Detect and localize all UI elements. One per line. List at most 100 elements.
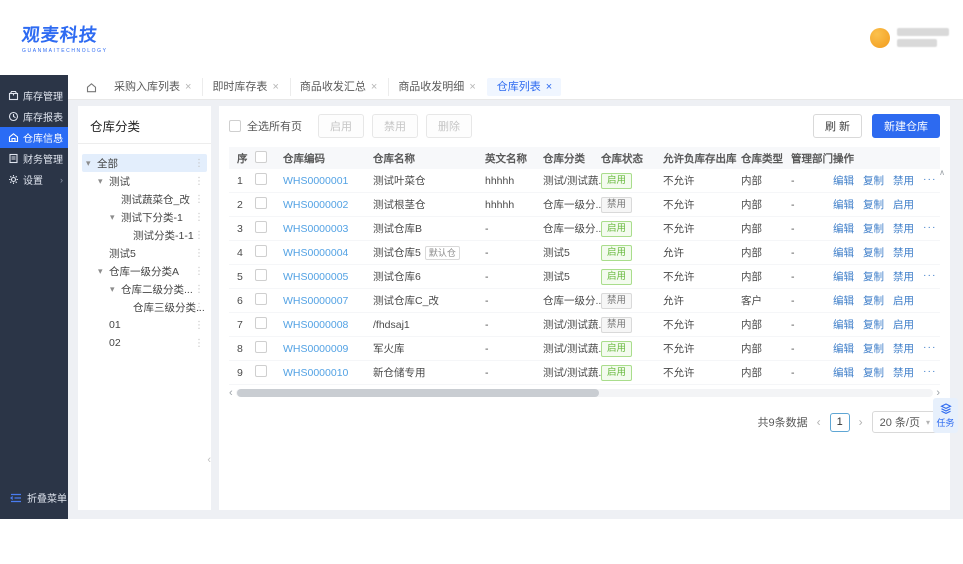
warehouse-code-link[interactable]: WHS0000009 [283, 343, 348, 355]
tree-node[interactable]: ▾ 全部 ⋮ [82, 154, 207, 172]
tree-node[interactable]: ▾ 仓库一级分类A ⋮ [82, 262, 207, 280]
scroll-left-icon[interactable]: ‹ [229, 387, 233, 399]
caret-down-icon[interactable]: ▾ [110, 284, 121, 295]
next-page-icon[interactable]: › [859, 415, 863, 429]
edit-link[interactable]: 编辑 [833, 269, 854, 284]
sidebar-item-warehouse-info[interactable]: 仓库信息 › [0, 127, 68, 148]
user-menu[interactable] [870, 27, 949, 48]
row-checkbox[interactable] [255, 293, 267, 305]
node-more-icon[interactable]: ⋮ [194, 248, 204, 259]
tree-node[interactable]: ▾ 仓库三级分类... ⋮ [82, 298, 207, 316]
edit-link[interactable]: 编辑 [833, 293, 854, 308]
edit-link[interactable]: 编辑 [833, 221, 854, 236]
warehouse-code-link[interactable]: WHS0000003 [283, 223, 348, 235]
row-checkbox[interactable] [255, 221, 267, 233]
warehouse-code-link[interactable]: WHS0000002 [283, 199, 348, 211]
row-checkbox[interactable] [255, 269, 267, 281]
bulk-disable-button[interactable]: 禁用 [372, 114, 418, 138]
refresh-button[interactable]: 刷 新 [812, 114, 862, 138]
copy-link[interactable]: 复制 [863, 197, 884, 212]
avatar[interactable] [870, 27, 890, 48]
scroll-up-icon[interactable]: ∧ [939, 168, 945, 177]
horizontal-scrollbar[interactable]: ‹ › [229, 387, 940, 399]
toggle-status-link[interactable]: 禁用 [893, 269, 914, 284]
warehouse-code-link[interactable]: WHS0000007 [283, 295, 348, 307]
sidebar-item-settings[interactable]: 设置 › [0, 169, 68, 190]
copy-link[interactable]: 复制 [863, 221, 884, 236]
edit-link[interactable]: 编辑 [833, 173, 854, 188]
tab-close-icon[interactable]: × [546, 80, 552, 94]
row-checkbox[interactable] [255, 365, 267, 377]
toggle-status-link[interactable]: 禁用 [893, 341, 914, 356]
create-warehouse-button[interactable]: 新建仓库 [872, 114, 940, 138]
caret-down-icon[interactable]: ▾ [98, 176, 109, 187]
edit-link[interactable]: 编辑 [833, 317, 854, 332]
toggle-status-link[interactable]: 禁用 [893, 173, 914, 188]
copy-link[interactable]: 复制 [863, 173, 884, 188]
node-more-icon[interactable]: ⋮ [194, 194, 204, 205]
collapse-menu-button[interactable]: 折叠菜单 [10, 490, 67, 505]
header-checkbox[interactable] [255, 150, 267, 163]
node-more-icon[interactable]: ⋮ [194, 176, 204, 187]
tab[interactable]: 仓库列表 × [486, 78, 562, 96]
more-actions-link[interactable]: ··· [923, 269, 937, 284]
node-more-icon[interactable]: ⋮ [194, 302, 204, 313]
more-actions-link[interactable]: ··· [923, 365, 937, 380]
warehouse-code-link[interactable]: WHS0000001 [283, 175, 348, 187]
node-more-icon[interactable]: ⋮ [194, 338, 204, 349]
row-checkbox[interactable] [255, 245, 267, 257]
tab[interactable]: 采购入库列表 × [105, 78, 200, 96]
row-checkbox[interactable] [255, 197, 267, 209]
tab-close-icon[interactable]: × [469, 80, 475, 94]
tab-close-icon[interactable]: × [272, 80, 278, 94]
bulk-delete-button[interactable]: 删除 [426, 114, 472, 138]
more-actions-link[interactable]: ··· [923, 173, 937, 188]
tree-node[interactable]: ▾ 仓库二级分类... ⋮ [82, 280, 207, 298]
tab[interactable]: 商品收发汇总 × [289, 78, 386, 96]
node-more-icon[interactable]: ⋮ [194, 320, 204, 331]
node-more-icon[interactable]: ⋮ [194, 212, 204, 223]
more-actions-link[interactable]: ··· [923, 341, 937, 356]
edit-link[interactable]: 编辑 [833, 197, 854, 212]
toggle-status-link[interactable]: 启用 [893, 197, 914, 212]
row-checkbox[interactable] [255, 341, 267, 353]
page-number[interactable]: 1 [829, 412, 850, 432]
tree-node[interactable]: ▾ 02 ⋮ [82, 334, 207, 352]
copy-link[interactable]: 复制 [863, 341, 884, 356]
row-checkbox[interactable] [255, 173, 267, 185]
tree-node[interactable]: ▾ 测试分类-1-1 ⋮ [82, 226, 207, 244]
vertical-scrollbar[interactable]: ∧ ∨ [937, 168, 947, 423]
toggle-status-link[interactable]: 启用 [893, 317, 914, 332]
edit-link[interactable]: 编辑 [833, 341, 854, 356]
toggle-status-link[interactable]: 禁用 [893, 221, 914, 236]
sidebar-item-inventory-report[interactable]: 库存报表 › [0, 106, 68, 127]
tree-node[interactable]: ▾ 01 ⋮ [82, 316, 207, 334]
tree-node[interactable]: ▾ 测试 ⋮ [82, 172, 207, 190]
toggle-status-link[interactable]: 禁用 [893, 245, 914, 260]
edit-link[interactable]: 编辑 [833, 245, 854, 260]
task-fab[interactable]: 任务 [933, 398, 958, 433]
tree-node[interactable]: ▾ 测试蔬菜仓_改 ⋮ [82, 190, 207, 208]
tab[interactable]: 即时库存表 × [202, 78, 287, 96]
node-more-icon[interactable]: ⋮ [194, 230, 204, 241]
copy-link[interactable]: 复制 [863, 365, 884, 380]
caret-down-icon[interactable]: ▾ [98, 266, 109, 277]
node-more-icon[interactable]: ⋮ [194, 284, 204, 295]
row-checkbox[interactable] [255, 317, 267, 329]
page-size-select[interactable]: 20 条/页 ▾ [871, 411, 938, 433]
copy-link[interactable]: 复制 [863, 269, 884, 284]
scrollbar-thumb[interactable] [236, 389, 600, 397]
bulk-enable-button[interactable]: 启用 [318, 114, 364, 138]
toggle-status-link[interactable]: 启用 [893, 293, 914, 308]
caret-down-icon[interactable]: ▾ [86, 158, 97, 169]
prev-page-icon[interactable]: ‹ [817, 415, 821, 429]
edit-link[interactable]: 编辑 [833, 365, 854, 380]
tab[interactable]: 商品收发明细 × [388, 78, 484, 96]
panel-collapse-icon[interactable]: ‹ [207, 454, 211, 466]
more-actions-link[interactable]: ··· [923, 221, 937, 236]
node-more-icon[interactable]: ⋮ [194, 158, 204, 169]
warehouse-code-link[interactable]: WHS0000010 [283, 367, 348, 379]
select-all-pages[interactable]: 全选所有页 [229, 118, 302, 134]
copy-link[interactable]: 复制 [863, 293, 884, 308]
tab-close-icon[interactable]: × [185, 80, 191, 94]
